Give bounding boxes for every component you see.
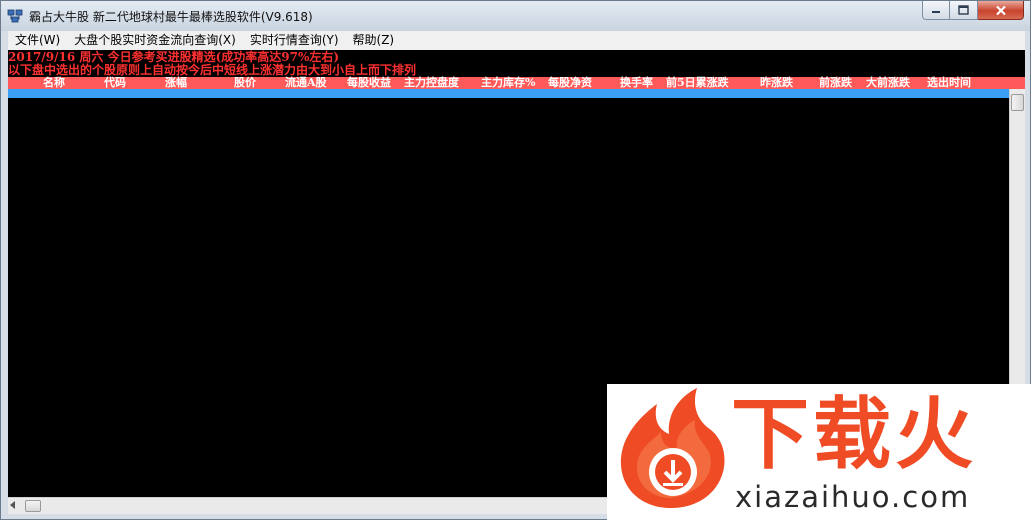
menu-file[interactable]: 文件(W) <box>8 31 67 50</box>
watermark-brand: 下载火 <box>731 390 978 480</box>
window-title: 霸占大牛股 新二代地球村最牛最棒选股软件(V9.618) <box>29 10 313 24</box>
col-header-control[interactable]: 主力控盘度 <box>404 77 459 89</box>
col-header-eps[interactable]: 每股收益 <box>347 77 391 89</box>
watermark-overlay: 下载火 xiazaihuo.com <box>607 384 1031 520</box>
flame-download-logo-icon <box>620 388 725 508</box>
scroll-left-arrow-icon[interactable] <box>10 501 15 509</box>
vertical-scroll-thumb[interactable] <box>1011 94 1024 111</box>
table-header: 名称 代码 涨幅 股价 流通A股 每股收益 主力控盘度 主力库存% 每股净资 换… <box>8 77 1025 89</box>
col-header-float-shares[interactable]: 流通A股 <box>285 77 327 89</box>
minimize-icon <box>932 11 940 13</box>
col-header-5day-change[interactable]: 前5日累涨跌 <box>666 77 729 89</box>
watermark-domain: xiazaihuo.com <box>735 480 971 514</box>
app-icon[interactable] <box>7 8 23 24</box>
close-button[interactable] <box>978 1 1024 20</box>
maximize-button[interactable] <box>950 1 978 20</box>
selected-row[interactable] <box>8 89 1009 98</box>
col-header-nav[interactable]: 每股净资 <box>548 77 592 89</box>
menu-bar: 文件(W) 大盘个股实时资金流向查询(X) 实时行情查询(Y) 帮助(Z) <box>8 31 1025 50</box>
col-header-price[interactable]: 股价 <box>234 77 256 89</box>
menu-fund-flow[interactable]: 大盘个股实时资金流向查询(X) <box>67 31 243 50</box>
close-icon <box>995 5 1006 15</box>
col-header-turnover[interactable]: 换手率 <box>620 77 653 89</box>
menu-help[interactable]: 帮助(Z) <box>346 31 402 50</box>
menu-realtime-quotes[interactable]: 实时行情查询(Y) <box>243 31 346 50</box>
minimize-button[interactable] <box>922 1 950 20</box>
title-bar[interactable]: 霸占大牛股 新二代地球村最牛最棒选股软件(V9.618) <box>1 1 1030 31</box>
maximize-icon <box>958 5 969 15</box>
col-header-prev2-change[interactable]: 大前涨跌 <box>866 77 910 89</box>
col-header-prev-change[interactable]: 前涨跌 <box>819 77 852 89</box>
col-header-change[interactable]: 涨幅 <box>165 77 187 89</box>
col-header-yesterday-change[interactable]: 昨涨跌 <box>760 77 793 89</box>
caption-buttons <box>922 1 1024 21</box>
col-header-select-time[interactable]: 选出时间 <box>927 77 971 89</box>
col-header-inventory[interactable]: 主力库存% <box>481 77 535 89</box>
col-header-name[interactable]: 名称 <box>43 77 65 89</box>
horizontal-scroll-thumb[interactable] <box>25 500 41 512</box>
col-header-code[interactable]: 代码 <box>104 77 126 89</box>
